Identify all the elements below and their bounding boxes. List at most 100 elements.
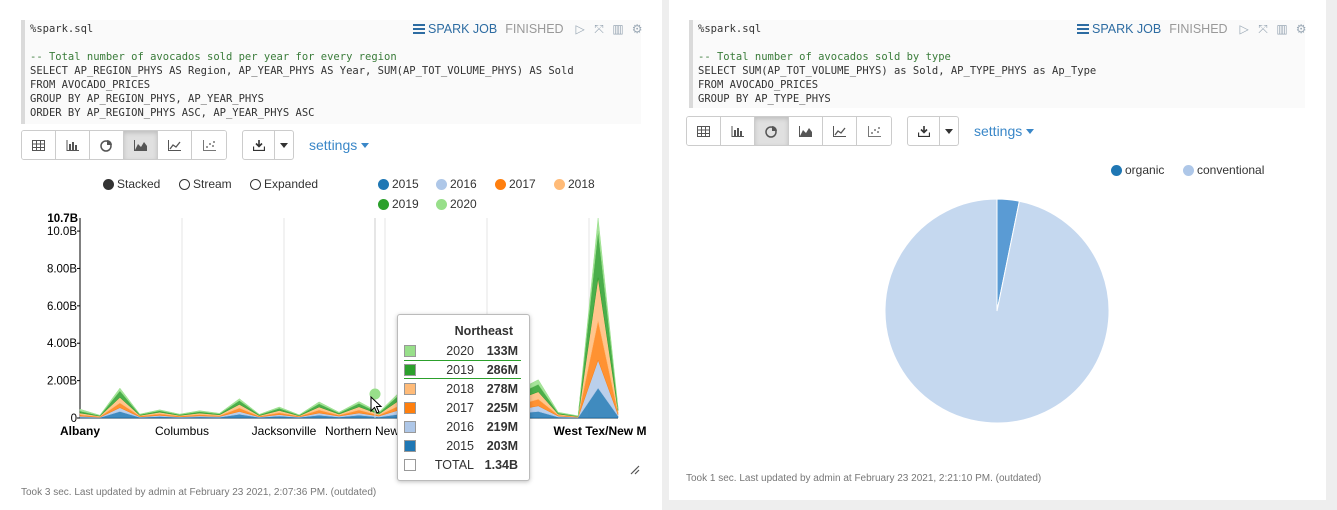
legend-item[interactable]: organic	[1111, 163, 1164, 177]
tooltip-swatch	[404, 401, 416, 414]
area-series-2019	[79, 231, 619, 417]
bar-chart-icon	[66, 139, 79, 151]
collapse-icon[interactable]: ⤧	[593, 22, 606, 36]
legend-label: 2015	[392, 177, 419, 191]
pie-view-button[interactable]	[90, 131, 124, 159]
scatter-view-button[interactable]	[857, 117, 891, 145]
table-view-button[interactable]	[687, 117, 721, 145]
legend-dot-icon	[1111, 164, 1122, 176]
resize-handle-icon[interactable]	[630, 465, 640, 475]
caret-down-icon	[280, 142, 288, 148]
y-tick-label: 10.0B	[47, 226, 77, 238]
legend-item[interactable]: 2018	[554, 177, 595, 191]
x-tick-label: Albany	[60, 424, 100, 438]
tooltip-value: 278M	[486, 381, 518, 396]
download-button-group	[242, 130, 294, 160]
code-line: -- Total number of avocados sold by type	[698, 51, 951, 63]
radio-icon	[179, 178, 190, 190]
spark-job-icon	[413, 24, 425, 34]
tooltip-value: 225M	[486, 400, 518, 415]
settings-dropdown[interactable]: settings	[309, 137, 370, 153]
bar-view-button[interactable]	[56, 131, 90, 159]
stack-mode-stream[interactable]: Stream	[179, 177, 232, 191]
code-line: -- Total number of avocados sold per yea…	[30, 51, 397, 63]
spark-job-button[interactable]: SPARK JOB	[413, 22, 497, 36]
code-line: GROUP BY AP_REGION_PHYS, AP_YEAR_PHYS	[30, 93, 264, 105]
paragraph-pie-chart: %spark.sql -- Total number of avocados s…	[669, 0, 1326, 500]
code-line: ORDER BY AP_REGION_PHYS ASC, AP_YEAR_PHY…	[30, 107, 315, 119]
area-chart-icon	[799, 125, 812, 137]
pie-slice-conventional	[884, 198, 1110, 424]
line-chart-icon	[168, 139, 181, 151]
tooltip-swatch	[404, 439, 416, 452]
area-view-button[interactable]	[789, 117, 823, 145]
pie-chart-icon	[100, 139, 112, 152]
pie-view-button[interactable]	[755, 117, 789, 145]
download-button[interactable]	[243, 131, 275, 159]
mouse-cursor-icon	[370, 396, 383, 414]
spark-job-button[interactable]: SPARK JOB	[1077, 22, 1161, 36]
gear-icon[interactable]: ⚙	[631, 22, 644, 36]
collapse-icon[interactable]: ⤧	[1257, 22, 1270, 36]
legend-item[interactable]: 2017	[495, 177, 536, 191]
paragraph-status-bar: SPARK JOB FINISHED ▷ ⤧ ▥ ⚙	[1077, 22, 1308, 36]
area-chart[interactable]: 02.00B4.00B6.00B8.00B10.0B10.7BAlbany Col…	[0, 205, 662, 445]
tooltip-swatch	[404, 420, 416, 433]
line-view-button[interactable]	[158, 131, 192, 159]
settings-label: settings	[974, 123, 1023, 139]
legend-item[interactable]: conventional	[1183, 163, 1264, 177]
view-button-group	[21, 130, 227, 160]
legend-dot-icon	[554, 178, 565, 190]
gear-icon[interactable]: ⚙	[1295, 22, 1308, 36]
settings-dropdown[interactable]: settings	[974, 123, 1035, 139]
stack-mode-expanded[interactable]: Expanded	[250, 177, 318, 191]
view-button-group	[686, 116, 892, 146]
tooltip-swatch	[404, 344, 416, 357]
area-view-button[interactable]	[124, 131, 158, 159]
tooltip-year: 2015	[446, 438, 474, 453]
radio-icon	[103, 178, 114, 190]
spark-job-label: SPARK JOB	[1092, 22, 1162, 36]
scatter-view-button[interactable]	[192, 131, 226, 159]
tooltip-row: 2017 225M	[404, 398, 521, 417]
legend-label: 2018	[568, 177, 595, 191]
caret-down-icon	[361, 142, 370, 148]
download-icon	[252, 139, 265, 151]
tooltip-year: 2016	[446, 419, 474, 434]
table-view-button[interactable]	[22, 131, 56, 159]
line-view-button[interactable]	[823, 117, 857, 145]
bar-view-button[interactable]	[721, 117, 755, 145]
y-tick-label: 4.00B	[47, 338, 77, 350]
stack-mode-stacked[interactable]: Stacked	[103, 177, 160, 191]
tooltip-value: 203M	[486, 438, 518, 453]
book-icon[interactable]: ▥	[612, 22, 625, 36]
tooltip-value: 286M	[486, 362, 518, 377]
tooltip-row: 2019 286M	[404, 360, 521, 379]
pie-chart[interactable]	[669, 185, 1326, 435]
download-dropdown-button[interactable]	[275, 131, 293, 159]
legend-label: 2016	[450, 177, 477, 191]
run-icon[interactable]: ▷	[574, 22, 587, 36]
scatter-chart-icon	[202, 139, 216, 151]
spark-job-label: SPARK JOB	[428, 22, 498, 36]
code-line: FROM AVOCADO_PRICES	[30, 79, 151, 91]
stack-mode-label: Expanded	[264, 177, 319, 191]
download-button[interactable]	[908, 117, 940, 145]
visualization-toolbar: settings	[21, 130, 370, 160]
tooltip-row: 2015 203M	[404, 436, 521, 455]
paragraph-footer: Took 3 sec. Last updated by admin at Feb…	[21, 487, 377, 498]
legend-label: conventional	[1197, 163, 1265, 177]
line-chart-icon	[833, 125, 846, 137]
paragraph-area-chart: %spark.sql -- Total number of avocados s…	[0, 0, 662, 510]
status-label: FINISHED	[505, 22, 564, 36]
download-button-group	[907, 116, 959, 146]
legend-item[interactable]: 2016	[436, 177, 477, 191]
stack-mode-label: Stacked	[117, 177, 161, 191]
run-icon[interactable]: ▷	[1238, 22, 1251, 36]
download-dropdown-button[interactable]	[940, 117, 958, 145]
area-series-2018	[79, 277, 619, 418]
legend-item[interactable]: 2015	[378, 177, 419, 191]
caret-down-icon	[945, 128, 953, 134]
legend-dot-icon	[495, 178, 506, 190]
book-icon[interactable]: ▥	[1276, 22, 1289, 36]
